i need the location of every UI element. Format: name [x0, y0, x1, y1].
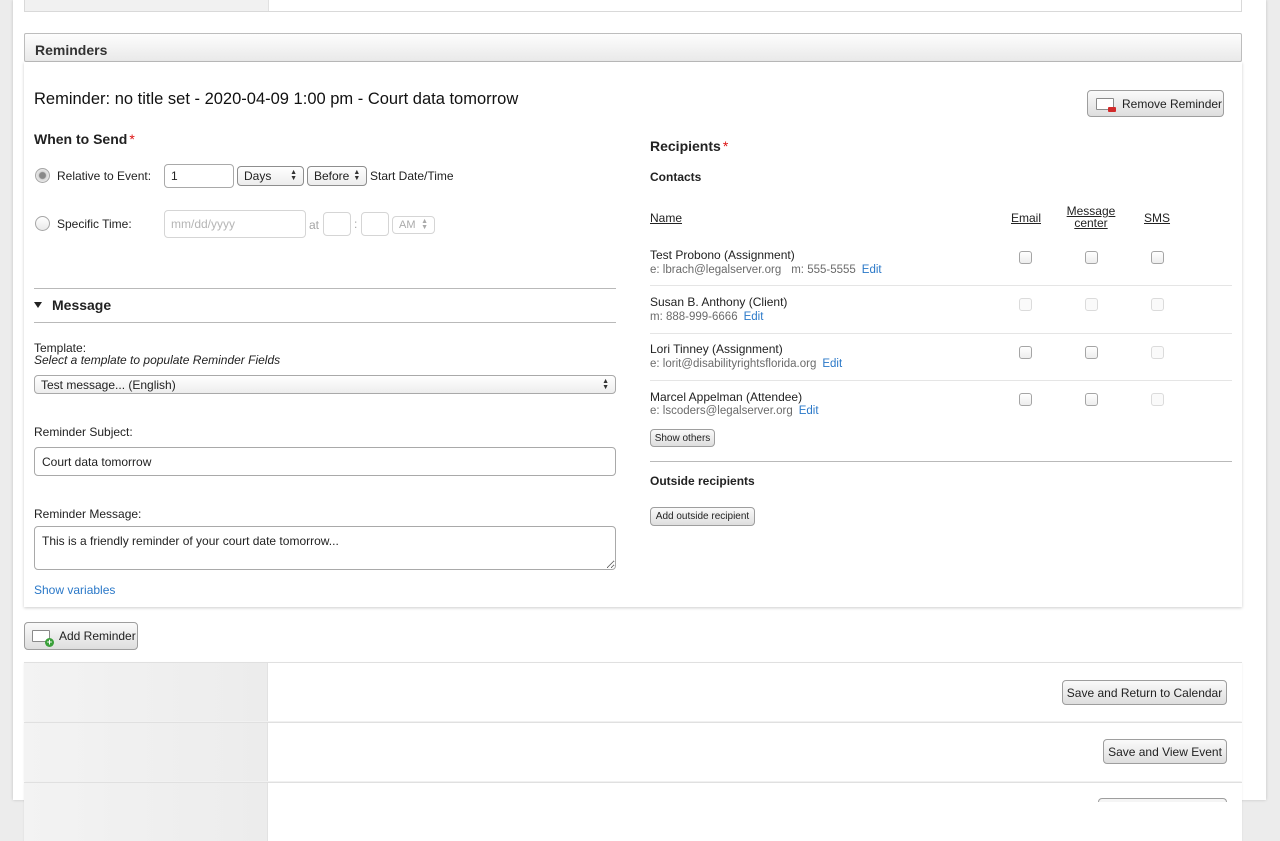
row-divider [650, 333, 1232, 334]
relative-to-event-radio[interactable] [35, 168, 50, 183]
remove-reminder-icon [1096, 97, 1116, 112]
select-arrows-icon: ▲ ▼ [353, 169, 361, 182]
contact-info: e: lbrach@legalserver.org m: 555-5555 Edit [650, 264, 882, 276]
contact-email: e: lorit@disabilityrightsflorida.org [650, 358, 817, 370]
save-and-view-button[interactable]: Save and View Event [1103, 739, 1227, 764]
contact-info: e: lorit@disabilityrightsflorida.org Edit [650, 358, 842, 370]
column-header-message-center-line2: center [1074, 216, 1108, 230]
relative-unit-select[interactable]: Days ▲ ▼ [237, 166, 304, 186]
email-checkbox[interactable] [1019, 251, 1032, 264]
remove-reminder-label: Remove Reminder [1122, 96, 1223, 111]
template-select[interactable]: Test message... (English) ▲ ▼ [34, 375, 616, 394]
ampm-value: AM [399, 219, 416, 231]
divider [650, 461, 1232, 462]
required-mark: * [722, 138, 729, 154]
at-label: at [309, 218, 320, 232]
contact-info: m: 888-999-6666 Edit [650, 311, 763, 323]
specific-date-input[interactable] [164, 210, 306, 238]
sms-checkbox[interactable] [1151, 251, 1164, 264]
select-arrows-icon: ▲ ▼ [290, 169, 297, 182]
recipients-label: Recipients [650, 138, 721, 154]
contact-name: Marcel Appelman (Attendee) [650, 390, 803, 404]
contact-edit-link[interactable]: Edit [862, 264, 882, 276]
add-reminder-icon [32, 630, 54, 647]
email-checkbox[interactable] [1019, 393, 1032, 406]
column-header-name[interactable]: Name [650, 211, 682, 225]
divider [34, 288, 616, 289]
recipients-heading: Recipients * [650, 138, 728, 154]
message-textarea[interactable]: This is a friendly reminder of your cour… [34, 526, 616, 570]
message-center-checkbox[interactable] [1085, 393, 1098, 406]
row-divider [650, 285, 1232, 286]
column-header-email[interactable]: Email [1011, 211, 1041, 225]
ampm-select[interactable]: AM ▲ ▼ [392, 216, 435, 234]
template-hint: Select a template to populate Reminder F… [34, 353, 281, 367]
save-and-return-button[interactable]: Save and Return to Calendar [1062, 680, 1227, 705]
reminders-section-header: Reminders [24, 33, 1242, 62]
divider [34, 322, 616, 323]
previous-section-panel [24, 0, 1242, 12]
specific-time-radio[interactable] [35, 216, 50, 231]
contact-edit-link[interactable]: Edit [744, 311, 764, 323]
message-center-checkbox[interactable] [1085, 251, 1098, 264]
relative-direction-value: Before [314, 169, 350, 183]
remove-reminder-button[interactable]: Remove Reminder [1087, 90, 1224, 117]
column-header-sms[interactable]: SMS [1144, 211, 1170, 225]
section-title: Reminders [35, 42, 108, 58]
hour-input[interactable] [323, 212, 351, 236]
contact-name: Test Probono (Assignment) [650, 248, 795, 262]
contact-name: Susan B. Anthony (Client) [650, 295, 788, 309]
outside-recipients-label: Outside recipients [650, 474, 755, 488]
add-reminder-label: Add Reminder [59, 629, 136, 643]
contact-name: Lori Tinney (Assignment) [650, 342, 783, 356]
row-divider [650, 380, 1232, 381]
contact-info: e: lscoders@legalserver.org Edit [650, 405, 819, 417]
template-value: Test message... (English) [41, 377, 176, 392]
message-label: Reminder Message: [34, 507, 142, 521]
subject-label: Reminder Subject: [34, 425, 133, 439]
relative-amount-input[interactable] [164, 164, 234, 188]
when-to-send-heading: When to Send * [34, 131, 135, 147]
contact-edit-link[interactable]: Edit [822, 358, 842, 370]
action-row [24, 722, 1242, 781]
email-checkbox[interactable] [1019, 346, 1032, 359]
contact-phone: m: 555-5555 [791, 264, 856, 276]
specific-time-label: Specific Time: [57, 217, 132, 231]
add-outside-recipient-button[interactable]: Add outside recipient [650, 507, 755, 526]
add-reminder-button[interactable]: Add Reminder [24, 622, 138, 650]
sms-checkbox [1151, 393, 1164, 406]
action-row [24, 662, 1242, 721]
cut-off-button[interactable] [1098, 798, 1227, 802]
relative-to-event-label: Relative to Event: [57, 169, 152, 183]
show-others-button[interactable]: Show others [650, 429, 715, 447]
contact-email: e: lbrach@legalserver.org [650, 264, 782, 276]
sms-checkbox [1151, 298, 1164, 311]
column-header-message-center[interactable]: Message center [1065, 205, 1117, 229]
contact-email: e: lscoders@legalserver.org [650, 405, 793, 417]
reminder-title: Reminder: no title set - 2020-04-09 1:00… [34, 90, 519, 108]
required-mark: * [129, 131, 135, 147]
message-center-checkbox [1085, 298, 1098, 311]
message-heading: Message [52, 297, 112, 313]
subject-input[interactable] [34, 447, 616, 476]
action-row [24, 782, 1242, 841]
contact-edit-link[interactable]: Edit [799, 405, 819, 417]
minute-input[interactable] [361, 212, 389, 236]
contacts-label: Contacts [650, 170, 702, 184]
relative-suffix-label: Start Date/Time [370, 169, 454, 183]
sms-checkbox [1151, 346, 1164, 359]
when-to-send-label: When to Send [34, 131, 128, 147]
select-arrows-icon: ▲ ▼ [602, 377, 609, 391]
relative-unit-value: Days [244, 169, 272, 183]
select-arrows-icon: ▲ ▼ [421, 218, 428, 231]
message-center-checkbox[interactable] [1085, 346, 1098, 359]
relative-direction-select[interactable]: Before ▲ ▼ [307, 166, 367, 186]
contact-phone: m: 888-999-6666 [650, 311, 738, 323]
message-section-toggle[interactable]: Message [34, 297, 111, 313]
show-variables-link[interactable]: Show variables [34, 583, 115, 597]
time-separator: : [354, 217, 358, 231]
collapse-triangle-icon [34, 302, 42, 308]
email-checkbox [1019, 298, 1032, 311]
